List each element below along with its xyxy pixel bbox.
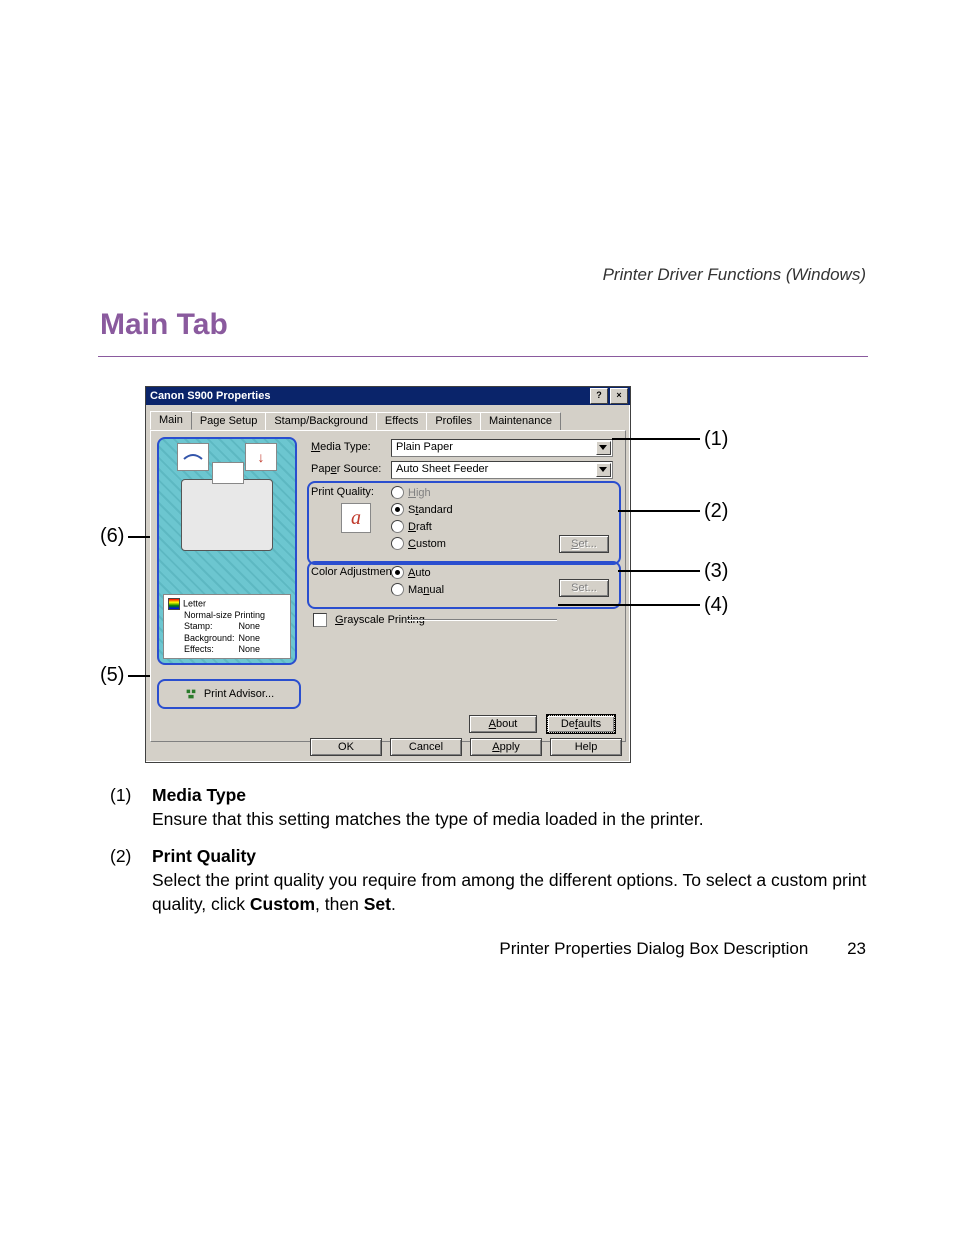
tab-profiles[interactable]: Profiles [426,412,481,431]
quality-set-button[interactable]: Set... [559,535,609,553]
print-advisor-icon [184,687,198,701]
tab-stamp-background[interactable]: Stamp/Background [265,412,377,431]
preview-effects-label: Effects: [184,644,239,655]
color-set-button[interactable]: Set... [559,579,609,597]
desc-1-title: Media Type [152,785,246,805]
page-footer: Printer Properties Dialog Box Descriptio… [499,939,866,959]
quality-custom-radio[interactable]: Custom [391,537,446,550]
preview-panel: ↓ Letter Normal-size Printing Stamp:None… [157,437,297,665]
preview-media-icon [177,443,209,471]
callout-6: (6) [100,525,124,548]
desc-item-2: (2) Print Quality Select the print quali… [110,845,870,916]
preview-effects-value: None [239,644,265,655]
dialog-title: Canon S900 Properties [150,387,270,405]
media-type-label: Media Type: [311,441,371,453]
quality-standard-radio[interactable]: Standard [391,503,453,516]
desc-2-num: (2) [110,845,152,916]
quality-sample-icon: a [341,503,371,533]
callout-4-line [558,604,700,606]
callout-2: (2) [704,500,728,523]
callout-1-line [612,438,700,440]
callout-4: (4) [704,594,728,617]
desc-item-1: (1) Media Type Ensure that this setting … [110,784,870,831]
tab-strip: Main Page Setup Stamp/Background Effects… [150,411,630,430]
tab-maintenance[interactable]: Maintenance [480,412,561,431]
apply-button[interactable]: Apply [470,738,542,756]
callout-3: (3) [704,560,728,583]
media-type-select[interactable]: Plain Paper [391,439,613,457]
preview-info-box: Letter Normal-size Printing Stamp:None B… [163,594,291,659]
preview-paper: Letter [183,598,206,608]
defaults-button[interactable]: Defaults [547,715,615,733]
footer-text: Printer Properties Dialog Box Descriptio… [499,939,808,958]
tab-main[interactable]: Main [150,411,192,430]
grayscale-line [407,619,557,621]
paper-source-select[interactable]: Auto Sheet Feeder [391,461,613,479]
desc-1-body: Ensure that this setting matches the typ… [152,809,704,829]
callout-3-line [618,570,700,572]
about-button[interactable]: About [469,715,537,733]
paper-source-label: Paper Source: [311,463,381,475]
preview-background-value: None [239,633,265,644]
color-swatch-icon [168,598,180,610]
preview-settings-table: Stamp:None Background:None Effects:None [184,621,264,655]
callout-6-line [128,536,150,538]
preview-background-label: Background: [184,633,239,644]
dialog-bottom-buttons: OK Cancel Apply Help [146,738,630,756]
dialog-titlebar: Canon S900 Properties ? × [146,387,630,405]
preview-stamp-value: None [239,621,265,632]
callout-5-line [128,675,150,677]
preview-stamp-label: Stamp: [184,621,239,632]
main-tab-panel: ↓ Letter Normal-size Printing Stamp:None… [150,430,626,742]
desc-2-bold1: Custom [250,894,315,914]
printer-illustration [181,479,273,551]
quality-high-radio[interactable]: High [391,486,431,499]
callout-2-line [618,510,700,512]
callout-1: (1) [704,428,728,451]
desc-2-post: . [391,894,396,914]
print-quality-label: Print Quality: [311,486,374,498]
quality-draft-radio[interactable]: Draft [391,520,432,533]
properties-dialog: Canon S900 Properties ? × Main Page Setu… [145,386,631,763]
heading-rule [98,356,868,357]
page-title: Main Tab [100,308,228,342]
print-advisor-label: Print Advisor... [204,688,274,700]
cancel-button[interactable]: Cancel [390,738,462,756]
help-button[interactable]: Help [550,738,622,756]
desc-2-bold2: Set [364,894,391,914]
preview-orientation-icon: ↓ [245,443,277,471]
tab-page-setup[interactable]: Page Setup [191,412,267,431]
desc-2-mid: , then [315,894,364,914]
titlebar-close-button[interactable]: × [610,388,628,404]
color-auto-radio[interactable]: Auto [391,566,431,579]
color-manual-radio[interactable]: Manual [391,583,444,596]
desc-2-title: Print Quality [152,846,256,866]
color-adjustment-label: Color Adjustment: [311,566,398,578]
paper-source-value: Auto Sheet Feeder [396,463,488,475]
description-list: (1) Media Type Ensure that this setting … [110,784,870,930]
preview-mode: Normal-size Printing [184,610,286,621]
callout-5: (5) [100,664,124,687]
chapter-header: Printer Driver Functions (Windows) [603,265,866,285]
tab-effects[interactable]: Effects [376,412,427,431]
desc-1-num: (1) [110,784,152,831]
ok-button[interactable]: OK [310,738,382,756]
footer-page-number: 23 [847,939,866,958]
print-advisor-button[interactable]: Print Advisor... [157,679,301,709]
titlebar-help-button[interactable]: ? [590,388,608,404]
media-type-value: Plain Paper [396,441,453,453]
